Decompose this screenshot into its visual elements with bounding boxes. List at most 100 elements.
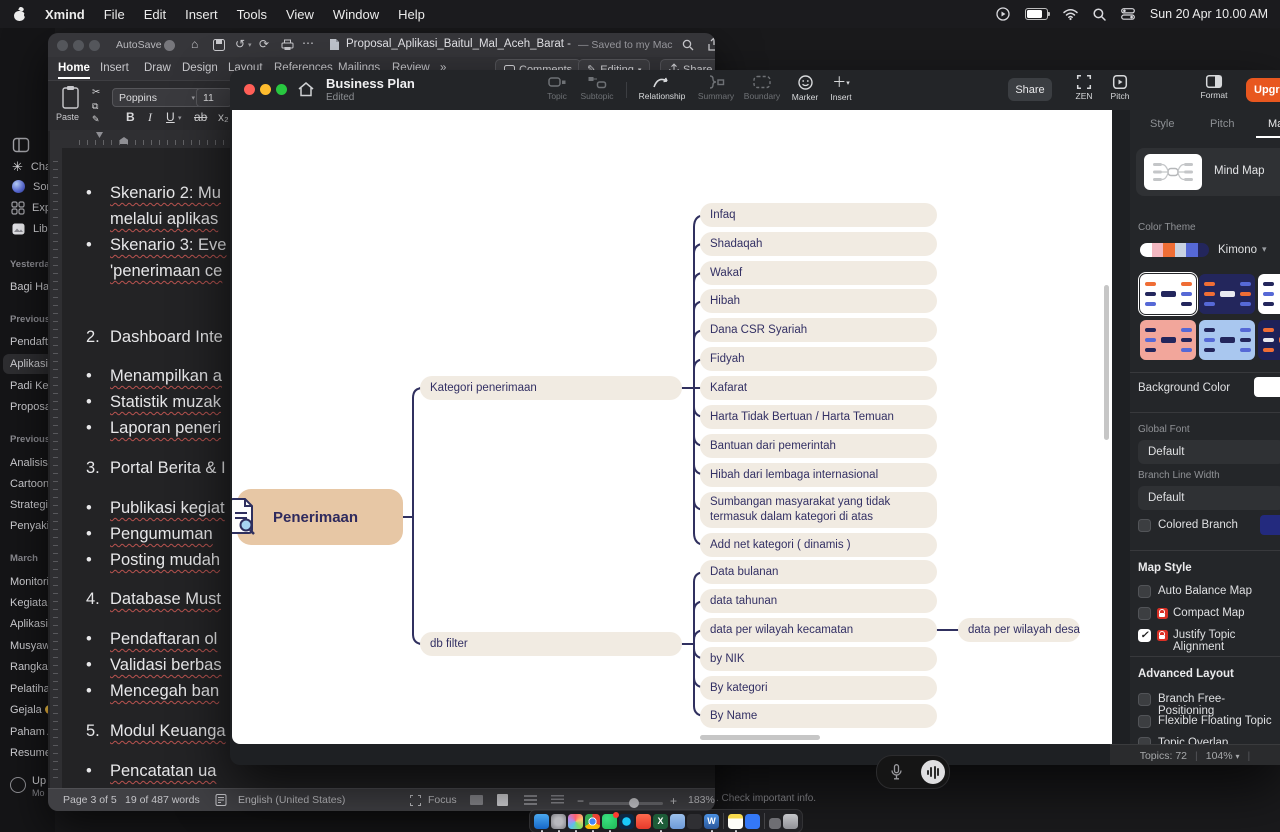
save-icon[interactable] [213,39,225,51]
menu-tools[interactable]: Tools [237,7,267,22]
menu-file[interactable]: File [104,7,125,22]
flexible-floating-topic-checkbox[interactable] [1138,715,1151,728]
dock-icon-excel[interactable]: X [653,814,668,829]
subtopic[interactable]: Shadaqah [700,232,937,256]
sidebar-item-chatgpt[interactable]: ✳Cha [12,159,51,175]
subtopic[interactable]: Data bulanan [700,560,937,584]
underline-button[interactable]: U [166,110,175,124]
canvas-horizontal-scrollbar[interactable] [700,735,820,740]
global-font-select[interactable]: Default [1138,440,1280,464]
format-painter-icon[interactable]: ✎ [92,114,100,125]
paste-clipboard-icon[interactable] [62,86,80,110]
subtopic[interactable]: Wakaf [700,261,937,285]
menu-insert[interactable]: Insert [185,7,218,22]
auto-balance-checkbox[interactable] [1138,585,1151,598]
branch-color-swatch[interactable] [1260,515,1280,535]
font-name-select[interactable]: Poppins▾ [112,88,202,107]
subtopic[interactable]: data tahunan [700,589,937,613]
subtopic[interactable]: By kategori [700,676,937,700]
tool-summary[interactable]: Summary [692,75,740,101]
sidebar-toggle-icon[interactable] [13,138,29,152]
menu-edit[interactable]: Edit [144,7,166,22]
word-count[interactable]: 19 of 487 words [125,794,200,806]
subtopic[interactable]: by NIK [700,647,937,671]
close-icon[interactable] [244,84,255,95]
share-button[interactable]: Share [1008,78,1052,101]
dock-icon-chrome[interactable] [585,814,600,829]
topic-db-filter[interactable]: db filter [420,632,682,656]
spotlight-search-icon[interactable] [1093,8,1106,21]
tool-insert[interactable]: ＋▾ Insert [819,75,863,102]
zoom-icon[interactable] [89,40,100,51]
sidebar-item-explore[interactable]: Exp [12,202,51,214]
compact-map-checkbox[interactable] [1138,607,1151,620]
subtopic[interactable]: Bantuan dari pemerintah [700,434,937,458]
tab-home[interactable]: Home [58,62,90,74]
subtopic[interactable]: Sumbangan masyarakat yang tidak termasuk… [700,492,937,528]
panel-tab-map[interactable]: Map [1268,118,1280,130]
dock-icon-photos[interactable] [568,814,583,829]
tab-insert[interactable]: Insert [100,62,129,74]
menu-view[interactable]: View [286,7,314,22]
dock-icon-word[interactable]: W [704,814,719,829]
search-icon[interactable] [682,39,694,51]
tool-relationship[interactable]: Relationship [630,75,694,101]
dock-minimized-window[interactable] [769,818,781,829]
upgrade-icon[interactable] [10,777,26,793]
colored-branch-checkbox[interactable] [1138,519,1151,532]
theme-thumbnail[interactable] [1258,274,1280,314]
subtopic[interactable]: Infaq [700,203,937,227]
format-button[interactable]: Format [1192,75,1236,100]
subtopic[interactable]: Add net kategori ( dinamis ) [700,533,937,557]
language-indicator[interactable]: English (United States) [238,794,345,806]
dock-icon-dark-app[interactable] [687,814,702,829]
map-title[interactable]: Business Plan [326,76,415,91]
italic-button[interactable]: I [148,110,152,125]
zoom-in-button[interactable]: + [670,794,677,808]
zoom-slider-knob[interactable] [629,798,639,808]
strikethrough-button[interactable]: ab [194,110,207,124]
dock-icon-folder[interactable] [670,814,685,829]
theme-name[interactable]: Kimono [1218,244,1257,256]
panel-tab-style[interactable]: Style [1150,118,1174,130]
topic-overlap-checkbox[interactable] [1138,737,1151,744]
subtopic-grandchild[interactable]: data per wilayah desa [958,618,1080,642]
sidebar-item-sora[interactable]: Sor [12,180,50,193]
tool-boundary[interactable]: Boundary [736,75,788,101]
menu-window[interactable]: Window [333,7,379,22]
subtopic[interactable]: Hibah dari lembaga internasional [700,463,937,487]
zoom-percent[interactable]: 183% [688,794,715,806]
branch-line-width-select[interactable]: Default [1138,486,1280,510]
menu-bar-clock[interactable]: Sun 20 Apr 10.00 AM [1150,7,1268,21]
theme-color-strip[interactable] [1140,243,1209,257]
subtopic[interactable]: Hibah [700,289,937,313]
central-topic[interactable]: Penerimaan [237,489,403,545]
home-icon[interactable]: ⌂ [191,37,198,51]
print-icon[interactable] [281,39,294,51]
zoom-slider[interactable] [589,802,663,805]
panel-tab-pitch[interactable]: Pitch [1210,118,1234,130]
upgrade-label[interactable]: Up [32,775,46,787]
background-color-swatch[interactable] [1254,377,1280,397]
autosave-toggle[interactable] [164,40,175,51]
dock-icon-notes[interactable] [728,814,743,829]
menu-help[interactable]: Help [398,7,425,22]
wifi-icon[interactable] [1063,9,1078,20]
dock-icon-red-app[interactable] [636,814,651,829]
tool-subtopic[interactable]: Subtopic [571,75,623,101]
tab-design[interactable]: Design [182,62,218,74]
theme-thumbnail[interactable] [1258,320,1280,360]
chevron-down-icon[interactable]: ▾ [178,114,182,122]
chevron-down-icon[interactable]: ▾ [1262,244,1267,255]
subtopic[interactable]: data per wilayah kecamatan [700,618,937,642]
outline-view-icon[interactable] [524,795,537,805]
canvas-vertical-scrollbar[interactable] [1104,285,1109,440]
pitch-button[interactable]: Pitch [1102,75,1138,101]
read-mode-icon[interactable] [470,795,483,805]
microphone-icon[interactable] [891,764,902,780]
subtopic[interactable]: Fidyah [700,347,937,371]
topic-kategori-penerimaan[interactable]: Kategori penerimaan [420,376,682,400]
control-center-icon[interactable] [1121,8,1135,20]
dock-icon-whatsapp[interactable] [602,814,617,829]
subtopic[interactable]: Kafarat [700,376,937,400]
